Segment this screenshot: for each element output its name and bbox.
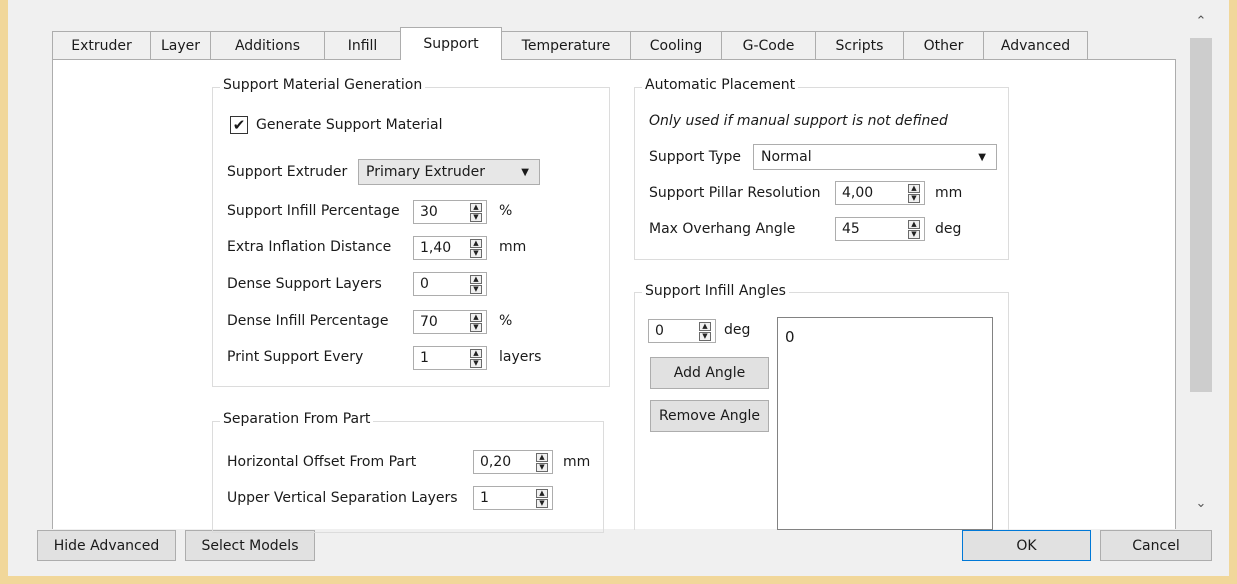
angle-input-spinner[interactable]: 0 ▲ ▼ — [648, 319, 716, 343]
generate-support-checkbox[interactable]: ✔ — [230, 116, 248, 134]
support-infill-percentage-unit: % — [499, 203, 513, 219]
spinner-value: 70 — [420, 314, 438, 330]
spinner-value: 1 — [480, 490, 489, 506]
scroll-up-icon[interactable]: ⌃ — [1189, 14, 1213, 29]
tab-layer[interactable]: Layer — [150, 31, 211, 59]
chevron-down-icon: ▼ — [521, 166, 529, 178]
spin-arrows-icon[interactable]: ▲ ▼ — [468, 347, 484, 369]
support-extruder-value: Primary Extruder — [366, 164, 486, 180]
support-extruder-select[interactable]: Primary Extruder ▼ — [358, 159, 540, 185]
tab-cooling[interactable]: Cooling — [630, 31, 722, 59]
spinner-value: 45 — [842, 221, 860, 237]
spin-arrows-icon[interactable]: ▲ ▼ — [468, 273, 484, 295]
tab-label: Extruder — [71, 37, 132, 54]
spinner-value: 1 — [420, 350, 429, 366]
tab-extruder[interactable]: Extruder — [52, 31, 151, 59]
select-models-button[interactable]: Select Models — [185, 530, 315, 561]
extra-inflation-distance-label: Extra Inflation Distance — [227, 239, 392, 255]
tab-label: Additions — [234, 37, 301, 54]
hide-advanced-button[interactable]: Hide Advanced — [37, 530, 176, 561]
dense-support-layers-label: Dense Support Layers — [227, 276, 382, 292]
tab-label: Other — [923, 37, 964, 54]
tab-other[interactable]: Other — [903, 31, 984, 59]
support-extruder-label: Support Extruder — [227, 164, 348, 180]
support-type-value: Normal — [761, 149, 812, 165]
spin-arrows-icon[interactable]: ▲ ▼ — [906, 218, 922, 240]
separation-from-part-title: Separation From Part — [220, 411, 374, 427]
max-overhang-angle-unit: deg — [935, 221, 962, 237]
extra-inflation-distance-spinner[interactable]: 1,40 ▲ ▼ — [413, 236, 487, 260]
pillar-resolution-unit: mm — [935, 185, 963, 201]
pillar-resolution-spinner[interactable]: 4,00 ▲ ▼ — [835, 181, 925, 205]
tab-label: Infill — [347, 37, 378, 54]
tab-label: Scripts — [835, 37, 884, 54]
spin-arrows-icon[interactable]: ▲ ▼ — [468, 311, 484, 333]
spin-arrows-icon[interactable]: ▲ ▼ — [697, 320, 713, 342]
tab-gcode[interactable]: G-Code — [721, 31, 816, 59]
generate-support-label: Generate Support Material — [256, 117, 443, 133]
support-material-generation-title: Support Material Generation — [220, 77, 426, 93]
max-overhang-angle-spinner[interactable]: 45 ▲ ▼ — [835, 217, 925, 241]
chevron-down-icon: ▼ — [978, 151, 986, 163]
support-infill-percentage-spinner[interactable]: 30 ▲ ▼ — [413, 200, 487, 224]
tab-scripts[interactable]: Scripts — [815, 31, 904, 59]
spinner-value: 0,20 — [480, 454, 512, 470]
tab-label: Advanced — [1000, 37, 1071, 54]
spin-arrows-icon[interactable]: ▲ ▼ — [534, 451, 550, 473]
dense-infill-percentage-unit: % — [499, 313, 513, 329]
upper-vertical-separation-label: Upper Vertical Separation Layers — [227, 490, 458, 506]
automatic-placement-title: Automatic Placement — [642, 77, 799, 93]
print-support-every-spinner[interactable]: 1 ▲ ▼ — [413, 346, 487, 370]
tab-label: Support — [423, 36, 479, 52]
add-angle-button[interactable]: Add Angle — [650, 357, 769, 389]
support-type-label: Support Type — [649, 149, 741, 165]
dense-support-layers-spinner[interactable]: 0 ▲ ▼ — [413, 272, 487, 296]
tab-temperature[interactable]: Temperature — [501, 31, 631, 59]
tab-additions[interactable]: Additions — [210, 31, 325, 59]
automatic-placement-note: Only used if manual support is not defin… — [649, 113, 948, 129]
spinner-value: 0 — [420, 276, 429, 292]
check-icon: ✔ — [232, 115, 246, 134]
spin-arrows-icon[interactable]: ▲ ▼ — [468, 237, 484, 259]
cancel-button[interactable]: Cancel — [1100, 530, 1212, 561]
spin-arrows-icon[interactable]: ▲ ▼ — [468, 201, 484, 223]
spinner-value: 4,00 — [842, 185, 874, 201]
upper-vertical-separation-spinner[interactable]: 1 ▲ ▼ — [473, 486, 553, 510]
tab-label: G-Code — [742, 37, 795, 54]
tab-label: Temperature — [521, 37, 611, 54]
scrollbar-thumb[interactable] — [1190, 38, 1212, 392]
print-support-every-unit: layers — [499, 349, 542, 365]
list-item[interactable]: 0 — [785, 328, 795, 346]
tab-label: Layer — [160, 37, 201, 54]
tab-advanced[interactable]: Advanced — [983, 31, 1088, 59]
scroll-down-icon[interactable]: ⌄ — [1189, 496, 1213, 511]
dense-infill-percentage-label: Dense Infill Percentage — [227, 313, 389, 329]
support-type-select[interactable]: Normal ▼ — [753, 144, 997, 170]
horizontal-offset-spinner[interactable]: 0,20 ▲ ▼ — [473, 450, 553, 474]
max-overhang-angle-label: Max Overhang Angle — [649, 221, 796, 237]
spinner-value: 0 — [655, 323, 664, 339]
pillar-resolution-label: Support Pillar Resolution — [649, 185, 821, 201]
extra-inflation-distance-unit: mm — [499, 239, 527, 255]
spinner-value: 30 — [420, 204, 438, 220]
tab-infill[interactable]: Infill — [324, 31, 401, 59]
spin-arrows-icon[interactable]: ▲ ▼ — [534, 487, 550, 509]
support-infill-angles-title: Support Infill Angles — [642, 283, 789, 299]
remove-angle-button[interactable]: Remove Angle — [650, 400, 769, 432]
spin-arrows-icon[interactable]: ▲ ▼ — [906, 182, 922, 204]
support-tab-pane: Support Material Generation ✔ Generate S… — [52, 59, 1176, 533]
tab-label: Cooling — [649, 37, 703, 54]
separation-from-part-group — [212, 421, 604, 533]
dense-infill-percentage-spinner[interactable]: 70 ▲ ▼ — [413, 310, 487, 334]
ok-button[interactable]: OK — [962, 530, 1091, 561]
angles-list[interactable]: 0 — [777, 317, 993, 530]
horizontal-offset-unit: mm — [563, 454, 591, 470]
horizontal-offset-label: Horizontal Offset From Part — [227, 454, 417, 470]
tab-support[interactable]: Support — [400, 27, 502, 60]
support-infill-percentage-label: Support Infill Percentage — [227, 203, 400, 219]
print-support-every-label: Print Support Every — [227, 349, 364, 365]
spinner-value: 1,40 — [420, 240, 452, 256]
angle-input-unit: deg — [724, 322, 751, 338]
